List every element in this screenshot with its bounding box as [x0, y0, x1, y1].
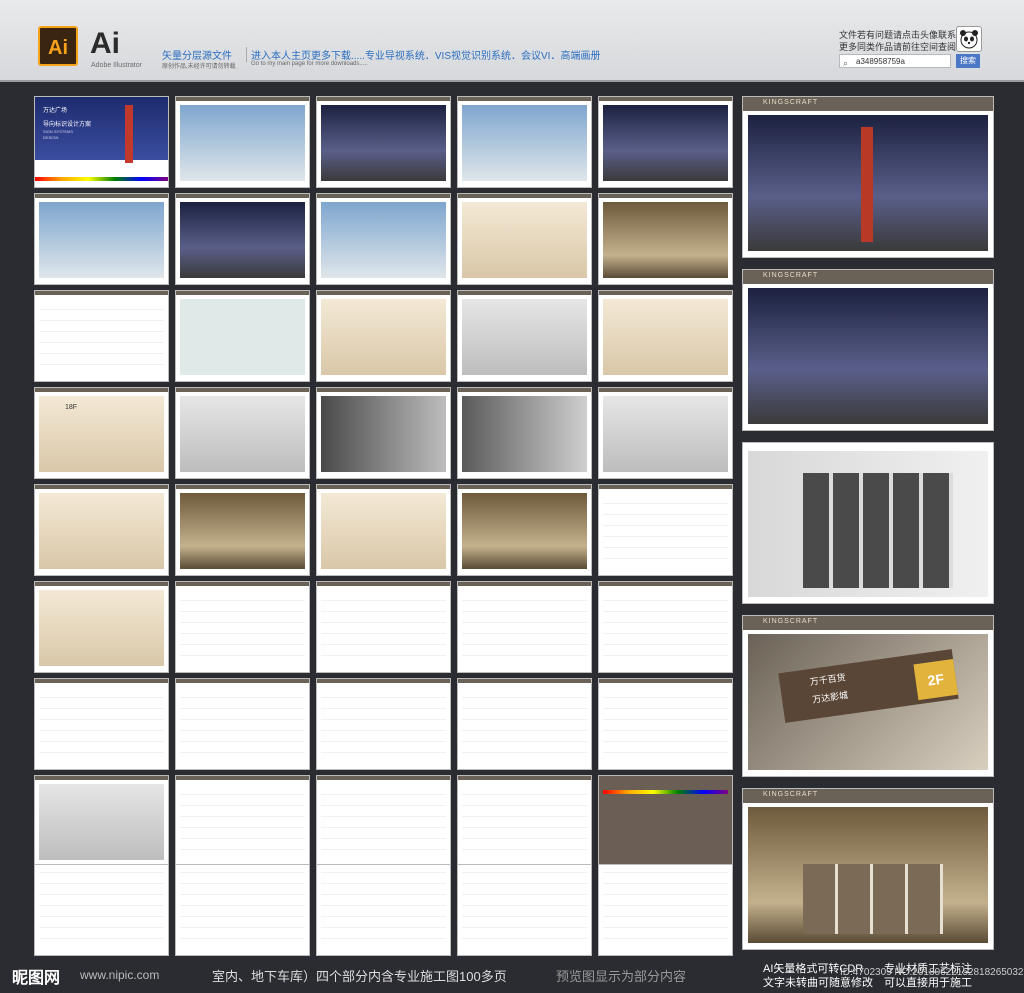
ai-title: Ai	[90, 27, 120, 60]
main-page-link[interactable]: 进入本人主页更多下载.....专业导视系统．VIS视觉识别系统．会议VI．高端画…	[246, 47, 600, 62]
thumbnail[interactable]	[317, 582, 450, 672]
thumbnail[interactable]	[176, 485, 309, 575]
floor-badge: 2F	[913, 658, 959, 701]
large-preview-pylon[interactable]: KINGSCRAFT	[743, 97, 993, 257]
contact-line-2: 更多同类作品请前往空间查阅	[839, 42, 957, 52]
thumbnail[interactable]	[176, 865, 309, 955]
search-button[interactable]: 搜索	[956, 54, 980, 68]
thumbnail[interactable]	[458, 485, 591, 575]
thumbnail[interactable]	[317, 97, 450, 187]
floor-label: 18F	[65, 404, 78, 411]
preview-header: KINGSCRAFT	[763, 791, 819, 798]
preview-image	[748, 288, 988, 424]
thumbnail[interactable]	[35, 485, 168, 575]
thumbnail[interactable]	[458, 194, 591, 284]
footer-preview-note: 预览图显示为部分内容	[556, 969, 687, 984]
thumbnail[interactable]	[176, 291, 309, 381]
search-value: a348958759a	[856, 57, 905, 66]
thumbnail[interactable]	[458, 582, 591, 672]
thumbnail[interactable]	[35, 776, 168, 866]
thumbnail[interactable]	[317, 776, 450, 866]
thumbnail[interactable]	[35, 865, 168, 955]
thumbnail[interactable]	[317, 679, 450, 769]
large-preview-hanging-sign[interactable]: KINGSCRAFT 2F 万千百货 万达影城	[743, 616, 993, 776]
thumbnail[interactable]	[35, 291, 168, 381]
thumbnail[interactable]	[35, 679, 168, 769]
preview-thumbnail-grid: 万达广场 导向标识设计方案 SIGN SYSTEMS DESIGN 18F	[35, 97, 732, 957]
thumbnail[interactable]	[458, 865, 591, 955]
pylon-sign-icon	[861, 127, 873, 242]
thumbnail[interactable]	[599, 865, 732, 955]
nipic-logo[interactable]: 昵图网	[12, 964, 60, 988]
thumbnail[interactable]	[599, 97, 732, 187]
search-icon: ⌕	[843, 58, 849, 68]
thumbnail[interactable]	[458, 291, 591, 381]
thumbnail[interactable]	[458, 388, 591, 478]
thumbnail[interactable]	[317, 485, 450, 575]
thumbnail[interactable]	[176, 582, 309, 672]
thumbnail[interactable]	[599, 679, 732, 769]
top-banner: Ai Ai Adobe Illustrator 矢量分层源文件 原创作品,未经许…	[0, 0, 1024, 82]
cover-sub1: SIGN SYSTEMS	[43, 129, 74, 134]
thumbnail[interactable]	[599, 582, 732, 672]
thumbnail[interactable]: 18F	[35, 388, 168, 478]
thumbnail[interactable]	[458, 97, 591, 187]
rainbow-bar	[603, 790, 728, 794]
pylon-icon	[125, 105, 133, 163]
directory-panels-icon	[803, 473, 953, 588]
thumbnail[interactable]	[599, 388, 732, 478]
adobe-illustrator-logo-icon: Ai	[38, 26, 78, 66]
thumbnail[interactable]	[317, 865, 450, 955]
sign-name-2: 万达影城	[811, 689, 849, 705]
sign-name-1: 万千百货	[809, 672, 847, 688]
preview-header: KINGSCRAFT	[763, 618, 819, 625]
thumbnail[interactable]	[599, 291, 732, 381]
thumbnail[interactable]	[35, 194, 168, 284]
large-preview-directory[interactable]: KINGSCRAFT	[743, 270, 993, 430]
nipic-url[interactable]: www.nipic.com	[80, 968, 159, 982]
ai-subtitle: Adobe Illustrator	[91, 62, 142, 69]
kiosk-icon	[803, 864, 943, 934]
preview-header: KINGSCRAFT	[763, 272, 819, 279]
thumbnail[interactable]	[176, 97, 309, 187]
thumbnail[interactable]	[176, 194, 309, 284]
footer-id: ID:4702309 NO:20180622152818265032	[840, 967, 1024, 978]
thumbnail[interactable]	[317, 194, 450, 284]
thumbnail[interactable]	[35, 582, 168, 672]
thumbnail[interactable]	[458, 776, 591, 866]
cover-sub2: DESIGN	[43, 135, 59, 140]
thumbnail[interactable]	[458, 679, 591, 769]
thumbnail[interactable]	[176, 776, 309, 866]
preview-header: KINGSCRAFT	[763, 99, 819, 106]
thumbnail[interactable]	[317, 291, 450, 381]
avatar-icon[interactable]	[956, 26, 982, 52]
vector-title: 矢量分层源文件	[162, 51, 232, 62]
large-preview-panels[interactable]	[743, 443, 993, 603]
thumbnail[interactable]	[176, 679, 309, 769]
thumbnail[interactable]	[176, 388, 309, 478]
footer-description: 室内、地下车库）四个部分内含专业施工图100多页	[212, 969, 507, 984]
thumbnail[interactable]	[599, 194, 732, 284]
thumbnail[interactable]	[599, 485, 732, 575]
large-preview-mall[interactable]: KINGSCRAFT	[743, 789, 993, 949]
cover-brand: 万达广场	[43, 108, 68, 114]
thumbnail-back-cover[interactable]	[599, 776, 732, 866]
main-page-link-sub: Go to my main page for more downloads...…	[251, 61, 368, 67]
cover-title: 导向标识设计方案	[43, 122, 92, 128]
rainbow-bar	[35, 177, 168, 181]
vector-subtitle: 原创作品,未经许可请勿转载	[162, 64, 236, 70]
thumbnail[interactable]	[317, 388, 450, 478]
search-input[interactable]: ⌕ a348958759a	[839, 54, 951, 68]
thumbnail-cover[interactable]: 万达广场 导向标识设计方案 SIGN SYSTEMS DESIGN	[35, 97, 168, 187]
